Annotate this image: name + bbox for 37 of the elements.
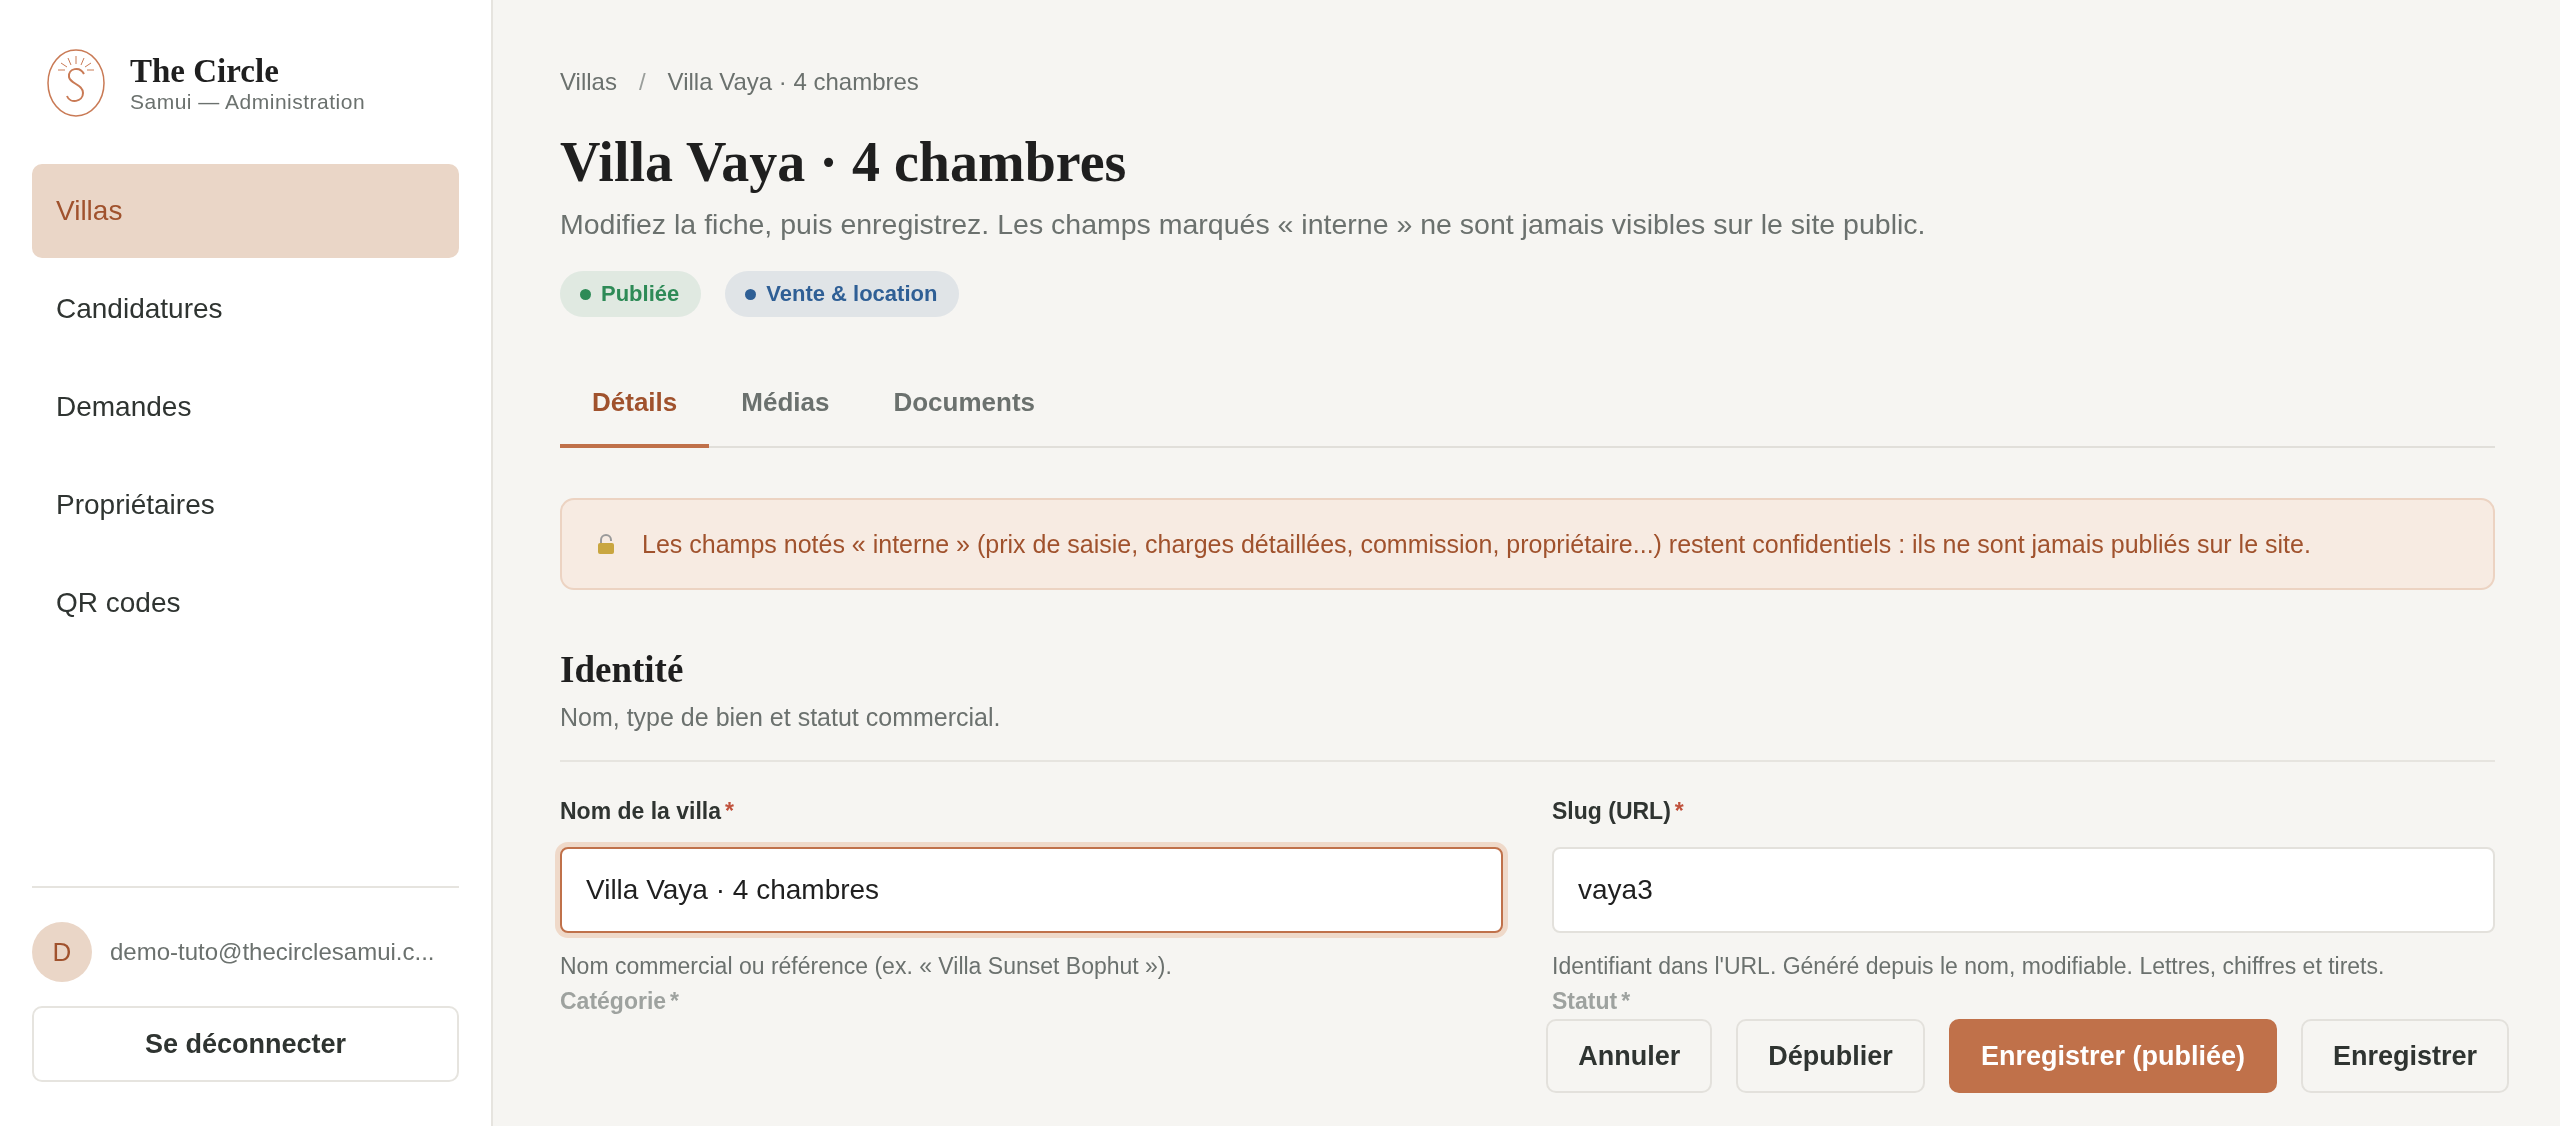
page-subtitle: Modifiez la fiche, puis enregistrez. Les champs marqués « interne » ne sont jamais visibles sur le site public. [560,208,1927,241]
breadcrumb-separator: / [638,68,646,96]
field-label: Slug (URL) * [1552,798,1685,825]
field-label: Nom de la villa * [560,798,735,825]
tab[interactable]: Détails [560,369,710,448]
logout-button[interactable]: Se déconnecter [32,1006,459,1082]
page-title: Villa Vaya · 4 chambres [560,130,1128,194]
text-field[interactable]: vaya3 [1552,847,2495,933]
nav-item[interactable]: Candidatures [32,262,459,356]
breadcrumb-link[interactable]: Villa Vaya · 4 chambres [667,68,919,96]
badge-label: Publiée [601,281,680,307]
action-button[interactable]: Enregistrer [2300,1019,2509,1093]
breadcrumb-link[interactable]: Villas [560,68,617,96]
nav-item[interactable]: Propriétaires [32,458,459,552]
brand-title: The Circle [130,52,280,90]
field-hint: Identifiant dans l'URL. Généré depuis le nom, modifiable. Lettres, chiffres et tirets. [1552,953,2386,980]
user-avatar: D [32,922,92,982]
tab[interactable]: Documents [861,369,1067,448]
notice-text: Les champs notés « interne » (prix de saisie, charges détaillées, commission, propriétaire...) restent confidentiels : ils ne sont jamais publiés sur le site. [642,529,2311,559]
field-label: Catégorie * [560,988,681,1015]
section-title: Identité [560,648,685,691]
text-field[interactable]: Villa Vaya · 4 chambres [560,847,1503,933]
nav-item[interactable]: Demandes [32,360,459,454]
field-label: Statut * [1552,988,1632,1015]
tab[interactable]: Médias [709,369,862,448]
badge-label: Vente & location [766,281,938,307]
section-subtitle: Nom, type de bien et statut commercial. [560,703,1002,732]
lock-icon [596,533,616,555]
nav-item[interactable]: Villas [32,164,459,258]
field-hint: Nom commercial ou référence (ex. « Villa Sunset Bophut »). [560,953,1173,980]
action-button[interactable]: Dépublier [1736,1019,1925,1093]
save-publish-button[interactable]: Enregistrer (publiée) [1948,1019,2277,1093]
brand-subtitle: Samui — Administration [130,89,366,114]
action-button[interactable]: Annuler [1546,1019,1713,1093]
user-email: demo-tuto@thecirclesamui.c... [110,938,435,966]
nav-item[interactable]: QR codes [32,556,459,650]
logo-icon [46,48,106,118]
